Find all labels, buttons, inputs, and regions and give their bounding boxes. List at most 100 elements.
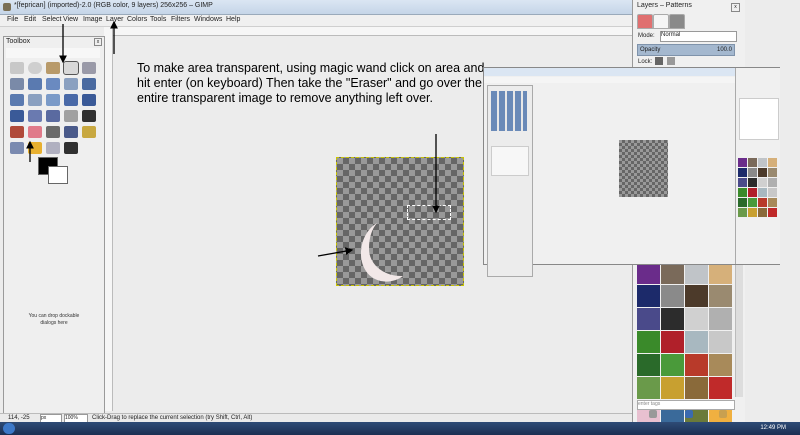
move-tool-icon[interactable] [10, 94, 24, 106]
pattern-swatch[interactable] [709, 308, 732, 330]
menu-windows[interactable]: Windows [194, 16, 222, 23]
title-bar: *[feprican] (imported)-2.0 (RGB color, 9… [0, 0, 632, 15]
pattern-swatch[interactable] [685, 377, 708, 399]
crop-tool-icon[interactable] [46, 94, 60, 106]
embedded-pattern-swatch [768, 188, 777, 197]
pattern-swatch[interactable] [685, 262, 708, 284]
pattern-swatch[interactable] [661, 354, 684, 376]
embedded-screenshot [483, 67, 780, 277]
tag-input[interactable]: enter tags [637, 400, 735, 410]
menu-filters[interactable]: Filters [171, 16, 190, 23]
opacity-slider[interactable]: Opacity 100.0 [637, 44, 735, 56]
pattern-swatch[interactable] [637, 331, 660, 353]
menu-colors[interactable]: Colors [127, 16, 147, 23]
eraser-tool-icon[interactable] [28, 126, 42, 138]
scale-tool-icon[interactable] [82, 94, 96, 106]
pattern-swatch[interactable] [637, 377, 660, 399]
pattern-swatch[interactable] [709, 377, 732, 399]
smudge-tool-icon[interactable] [28, 142, 42, 154]
close-icon[interactable]: x [94, 38, 102, 46]
folder-icon[interactable] [719, 410, 727, 418]
heal-tool-icon[interactable] [10, 142, 24, 154]
flip-tool-icon[interactable] [46, 110, 60, 122]
pattern-swatch[interactable] [709, 262, 732, 284]
pattern-swatch[interactable] [709, 354, 732, 376]
drop-dialogs-hint: You can drop dockable dialogs here [28, 313, 80, 326]
measure-tool-icon[interactable] [82, 78, 96, 90]
clone-tool-icon[interactable] [82, 126, 96, 138]
color-picker-tool-icon[interactable] [46, 78, 60, 90]
align-tool-icon[interactable] [28, 94, 42, 106]
menu-tools[interactable]: Tools [150, 16, 166, 23]
dodge-burn-tool-icon[interactable] [64, 142, 78, 154]
tab-patterns-icon[interactable] [669, 14, 685, 29]
menu-image[interactable]: Image [83, 16, 102, 23]
gimp-app-icon [3, 3, 11, 11]
embedded-pattern-swatch [748, 198, 757, 207]
vertical-ruler[interactable] [104, 27, 113, 411]
perspective-tool-icon[interactable] [28, 110, 42, 122]
foreground-select-tool-icon[interactable] [10, 78, 24, 90]
magic-wand-tool-icon[interactable] [63, 61, 79, 75]
shear-tool-icon[interactable] [10, 110, 24, 122]
pattern-swatch[interactable] [637, 262, 660, 284]
airbrush-tool-icon[interactable] [46, 126, 60, 138]
pattern-swatch[interactable] [661, 377, 684, 399]
selection-marquee [407, 205, 451, 220]
embedded-layer-list [739, 98, 779, 140]
zoom-tool-icon[interactable] [64, 78, 78, 90]
lock-label: Lock: [638, 59, 653, 65]
menu-file[interactable]: File [7, 16, 18, 23]
tab-layers-icon[interactable] [637, 14, 653, 29]
cage-tool-icon[interactable] [64, 110, 78, 122]
refresh-icon[interactable] [685, 410, 693, 418]
pattern-swatch[interactable] [685, 308, 708, 330]
menu-edit[interactable]: Edit [24, 16, 36, 23]
toolbox-wilber-area [6, 48, 100, 58]
ink-tool-icon[interactable] [64, 126, 78, 138]
pointer-coordinates: 114, -25 [8, 415, 30, 421]
pattern-scrollbar[interactable] [735, 262, 743, 397]
paths-tool-icon[interactable] [28, 78, 42, 90]
pattern-swatch[interactable] [661, 262, 684, 284]
paintbrush-tool-icon[interactable] [10, 126, 24, 138]
pattern-swatch[interactable] [685, 354, 708, 376]
tab-channels-icon[interactable] [653, 14, 669, 29]
menu-help[interactable]: Help [226, 16, 240, 23]
scissors-tool-icon[interactable] [82, 62, 96, 74]
pattern-swatch[interactable] [637, 354, 660, 376]
text-tool-icon[interactable] [82, 110, 96, 122]
pattern-swatch[interactable] [685, 285, 708, 307]
pattern-swatch[interactable] [709, 331, 732, 353]
pattern-swatch[interactable] [637, 285, 660, 307]
embedded-pattern-swatch [768, 158, 777, 167]
embedded-toolbox [487, 85, 533, 277]
menu-select[interactable]: Select [42, 16, 61, 23]
free-select-tool-icon[interactable] [46, 62, 60, 74]
pattern-grid [637, 262, 733, 422]
menu-layer[interactable]: Layer [106, 16, 124, 23]
pattern-swatch[interactable] [661, 308, 684, 330]
menu-view[interactable]: View [63, 16, 78, 23]
start-button-icon[interactable] [3, 423, 15, 434]
embedded-pattern-swatch [768, 208, 777, 217]
delete-icon[interactable] [649, 410, 657, 418]
embedded-pattern-grid [738, 158, 778, 217]
pattern-swatch[interactable] [661, 285, 684, 307]
status-message: Click-Drag to replace the current select… [92, 415, 253, 421]
pattern-swatch[interactable] [661, 331, 684, 353]
lock-pixels-icon[interactable] [655, 57, 663, 65]
background-color-swatch[interactable] [48, 166, 68, 184]
pattern-swatch[interactable] [709, 285, 732, 307]
mode-select[interactable]: Normal [660, 31, 737, 42]
blur-tool-icon[interactable] [46, 142, 60, 154]
pattern-swatch[interactable] [637, 308, 660, 330]
embedded-pattern-swatch [758, 178, 767, 187]
rotate-tool-icon[interactable] [64, 94, 78, 106]
pattern-swatch[interactable] [685, 331, 708, 353]
lock-alpha-icon[interactable] [667, 57, 675, 65]
close-icon[interactable]: x [731, 3, 740, 12]
rect-select-tool-icon[interactable] [10, 62, 24, 74]
ellipse-select-tool-icon[interactable] [28, 62, 42, 74]
horizontal-ruler[interactable] [112, 27, 632, 36]
